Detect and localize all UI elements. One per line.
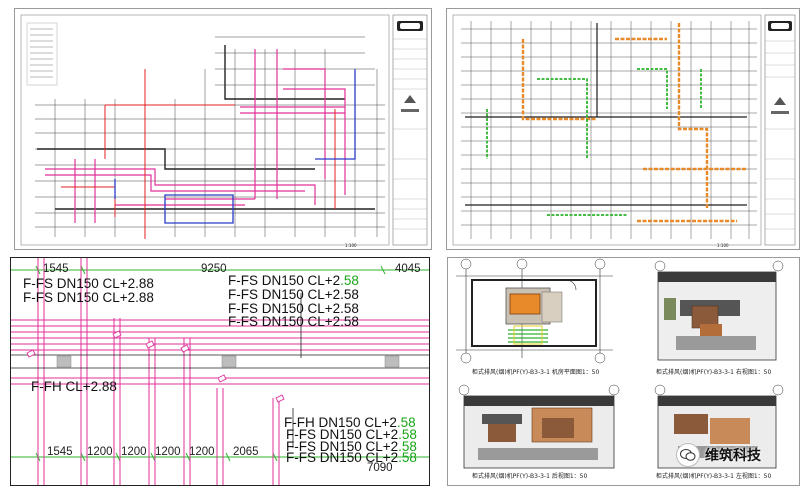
pipe-detail-zoom-panel: 1545 9250 4045 F-FS DN150 CL+2.58 F-FS D… — [10, 257, 430, 486]
dimension-bottom-5: 1200 — [189, 446, 215, 458]
rear-view — [458, 384, 620, 469]
dimension-bottom-7: 7090 — [367, 462, 393, 474]
room-plan-view — [456, 258, 613, 364]
dimension-bottom-4: 1200 — [155, 446, 181, 458]
scale-note: 1:100 — [345, 243, 357, 248]
caption-left-view: 柜式排风(烟)机PF(Y)-B3-3-1 左视图1：50 — [656, 473, 772, 480]
caption-rear-view: 柜式排风(烟)机PF(Y)-B3-3-1 后视图1：50 — [472, 473, 588, 480]
watermark-text: 维筑科技 — [705, 448, 761, 464]
building-grid — [461, 21, 757, 239]
pipe-label-left-3: F-FH CL+2.88 — [31, 379, 117, 394]
caption-right-view: 柜式排风(烟)机PF(Y)-B3-3-1 右视图1：50 — [656, 369, 772, 376]
pipe-label-br-4: F-FS DN150 CL+2.58 — [286, 450, 417, 465]
dimension-top-1: 1545 — [43, 263, 69, 275]
pipe-label-tr-1: F-FS DN150 CL+2.58 — [228, 273, 359, 288]
scale-note: 1:100 — [717, 243, 729, 248]
dimension-bottom-6: 2065 — [233, 446, 259, 458]
pipe-label-left-2: F-FS DN150 CL+2.88 — [23, 290, 154, 305]
duct-plan-svg: 1:100 — [452, 14, 796, 248]
watermark: 维筑科技 — [676, 442, 800, 468]
legend-block — [26, 22, 58, 86]
pipe-plan-drawing-panel: 1:100 — [14, 8, 432, 250]
pipe-plan-svg: 1:100 — [20, 14, 428, 248]
orange-duct-runs — [521, 23, 747, 223]
dimension-bottom-2: 1200 — [87, 446, 113, 458]
wechat-bubble-icon — [676, 443, 700, 467]
dimension-top-2: 9250 — [201, 263, 227, 275]
duct-plan-drawing-panel: 1:100 — [446, 8, 800, 250]
dimension-bottom-1: 1545 — [47, 446, 73, 458]
caption-plan-view: 柜式排风(烟)机PF(Y)-B3-3-1 机房平面图1：50 — [472, 369, 600, 376]
green-duct-runs — [486, 68, 702, 216]
building-grid — [35, 36, 385, 237]
pipe-label-left-1: F-FS DN150 CL+2.88 — [23, 276, 154, 291]
dimension-bottom-3: 1200 — [121, 446, 147, 458]
pipe-label-tr-4: F-FS DN150 CL+2.58 — [228, 314, 359, 329]
title-block — [764, 14, 796, 246]
dimension-top-3: 4045 — [395, 263, 421, 275]
horizontal-pipes — [11, 319, 429, 385]
right-side-view — [654, 260, 784, 361]
pipe-label-tr-2: F-FS DN150 CL+2.58 — [228, 287, 359, 302]
title-block — [392, 14, 428, 246]
